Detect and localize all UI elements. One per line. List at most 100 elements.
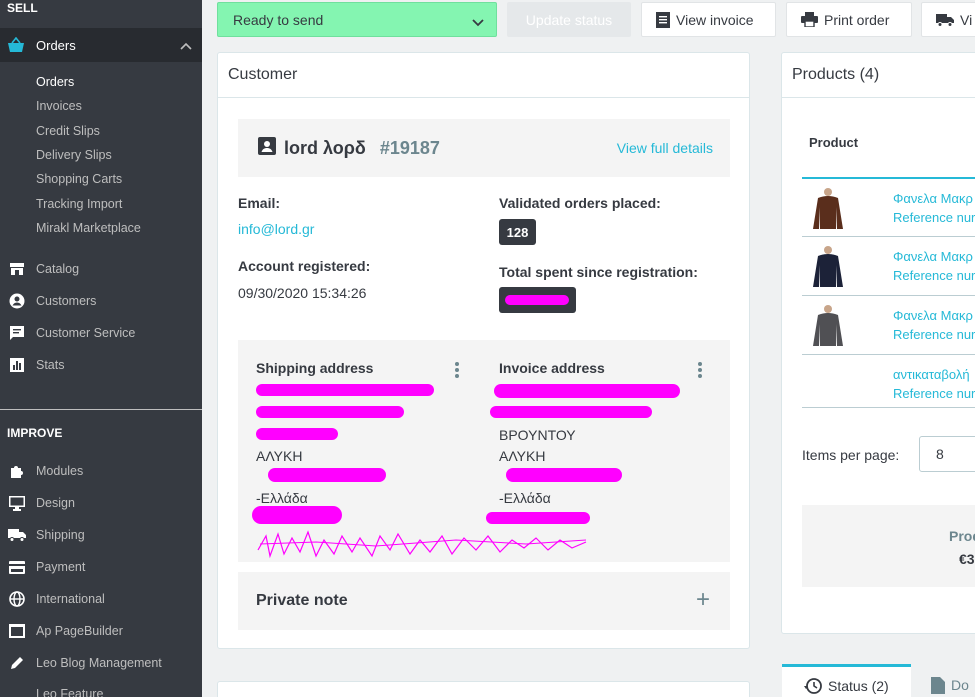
sidebar-subitem-invoices[interactable]: Invoices xyxy=(36,99,82,113)
plus-icon[interactable]: + xyxy=(696,586,710,614)
redaction-mark xyxy=(256,428,338,440)
print-order-button[interactable]: Print order xyxy=(786,2,912,37)
product-row: Φανελα Μακρ Reference nur xyxy=(802,177,975,236)
next-card xyxy=(217,681,750,697)
product-reference: Reference nur xyxy=(893,210,975,225)
sidebar-divider xyxy=(0,409,202,410)
redaction-mark xyxy=(505,295,569,305)
sidebar-subitem-credit-slips[interactable]: Credit Slips xyxy=(36,124,100,138)
sidebar-subitem-orders[interactable]: Orders xyxy=(36,75,74,89)
tab-documents[interactable]: Do xyxy=(921,670,975,697)
order-status-value: Ready to send xyxy=(233,11,324,28)
sidebar-item-shipping[interactable]: Shipping xyxy=(0,523,202,547)
product-name-link[interactable]: Φανελα Μακρ xyxy=(893,308,973,323)
sidebar-item-label: Leo Feature xyxy=(36,687,104,697)
sidebar-subitem-tracking-import[interactable]: Tracking Import xyxy=(36,197,122,211)
chevron-up-icon[interactable] xyxy=(180,38,192,53)
sidebar-item-label: Orders xyxy=(36,37,76,53)
customer-id: #19187 xyxy=(379,137,440,158)
product-row: αντικαταβολή Reference nur xyxy=(802,354,975,408)
window-icon xyxy=(8,622,26,640)
private-note-panel[interactable]: Private note + xyxy=(238,572,730,630)
truck-icon xyxy=(936,13,954,27)
sidebar-section-sell: SELL xyxy=(7,1,38,15)
sidebar-item-customers[interactable]: Customers xyxy=(0,289,202,313)
validated-orders-label: Validated orders placed: xyxy=(499,195,661,211)
update-status-button[interactable]: Update status xyxy=(507,2,631,37)
customer-card-title: Customer xyxy=(218,53,749,98)
account-registered-value: 09/30/2020 15:34:26 xyxy=(238,285,367,301)
total-spent-badge xyxy=(499,287,576,313)
product-name-link[interactable]: Φανελα Μακρ xyxy=(893,249,973,264)
sidebar-item-label: Ap PageBuilder xyxy=(36,624,123,638)
printer-icon xyxy=(801,12,818,27)
view-full-details-link[interactable]: View full details xyxy=(617,140,713,156)
product-column-header: Product xyxy=(809,135,859,150)
view-delivery-label: Vi xyxy=(960,11,973,28)
redaction-mark xyxy=(256,384,434,396)
tab-status[interactable]: Status (2) xyxy=(782,664,911,697)
sidebar-item-label: Shipping xyxy=(36,528,85,542)
shipping-menu-icon[interactable] xyxy=(455,362,459,380)
sidebar-item-label: Payment xyxy=(36,560,86,574)
sidebar-item-label: Catalog xyxy=(36,262,80,276)
redaction-scribble xyxy=(257,530,587,559)
sidebar-item-catalog[interactable]: Catalog xyxy=(0,257,202,281)
chat-icon xyxy=(8,324,26,342)
order-status-select[interactable]: Ready to send xyxy=(217,2,497,37)
sidebar-item-modules[interactable]: Modules xyxy=(0,459,202,483)
product-reference: Reference nur xyxy=(893,386,975,401)
sidebar-item-leo-blog-management[interactable]: Leo Blog Management xyxy=(0,651,202,675)
shipping-country: -Ελλάδα xyxy=(256,490,308,506)
email-link[interactable]: info@lord.gr xyxy=(238,221,314,237)
desktop-icon xyxy=(8,494,26,512)
sidebar-item-stats[interactable]: Stats xyxy=(0,353,202,377)
totals-label: Prod xyxy=(949,528,975,544)
sidebar-item-payment[interactable]: Payment xyxy=(0,555,202,579)
product-row: Φανελα Μακρ Reference nur xyxy=(802,236,975,295)
invoice-icon xyxy=(656,11,670,28)
history-icon xyxy=(804,677,822,695)
print-order-label: Print order xyxy=(824,11,890,28)
sidebar-subitem-shopping-carts[interactable]: Shopping Carts xyxy=(36,172,122,186)
sidebar-item-ap-pagebuilder[interactable]: Ap PageBuilder xyxy=(0,619,202,643)
truck-icon xyxy=(8,526,26,544)
sidebar-item-leo-feature[interactable]: Leo Feature xyxy=(0,682,202,697)
sidebar-item-label: Modules xyxy=(36,464,84,478)
redaction-mark xyxy=(252,506,342,524)
redaction-mark xyxy=(256,406,404,418)
sidebar-subitem-delivery-slips[interactable]: Delivery Slips xyxy=(36,148,112,162)
sidebar-item-label: Customers xyxy=(36,294,97,308)
customer-card: Customer lord λορδ #19187 View full deta… xyxy=(217,52,750,649)
product-thumbnail xyxy=(813,305,843,346)
view-invoice-button[interactable]: View invoice xyxy=(641,2,776,37)
sidebar-item-label: Stats xyxy=(36,358,65,372)
sidebar-item-design[interactable]: Design xyxy=(0,491,202,515)
items-per-page-select[interactable]: 8 xyxy=(919,436,975,472)
sidebar-item-label: International xyxy=(36,592,105,606)
credit-card-icon xyxy=(8,558,26,576)
product-thumbnail xyxy=(813,188,843,229)
account-registered-label: Account registered: xyxy=(238,258,371,274)
sidebar-item-international[interactable]: International xyxy=(0,587,202,611)
items-per-page-label: Items per page: xyxy=(802,447,900,463)
sidebar-item-label: Design xyxy=(36,496,75,510)
sidebar-item-orders[interactable]: Orders xyxy=(0,28,202,62)
redaction-mark xyxy=(490,406,652,418)
product-name-link[interactable]: Φανελα Μακρ xyxy=(893,191,973,206)
sidebar-subitem-mirakl-marketplace[interactable]: Mirakl Marketplace xyxy=(36,221,141,235)
invoice-country: -Ελλάδα xyxy=(499,490,551,506)
view-delivery-button[interactable]: Vi xyxy=(921,2,975,37)
invoice-menu-icon[interactable] xyxy=(698,362,702,380)
totals-value: €3 xyxy=(959,551,975,567)
customer-name: lord λορδ xyxy=(284,137,366,158)
invoice-city: ΑΛΥΚΗ xyxy=(499,448,546,464)
feature-icon xyxy=(8,685,26,697)
product-reference: Reference nur xyxy=(893,327,975,342)
product-name-link[interactable]: αντικαταβολή xyxy=(893,367,970,382)
validated-orders-badge: 128 xyxy=(499,219,536,245)
redaction-mark xyxy=(486,512,590,524)
sidebar-item-customer-service[interactable]: Customer Service xyxy=(0,321,202,345)
globe-icon xyxy=(8,590,26,608)
document-icon xyxy=(931,676,945,694)
